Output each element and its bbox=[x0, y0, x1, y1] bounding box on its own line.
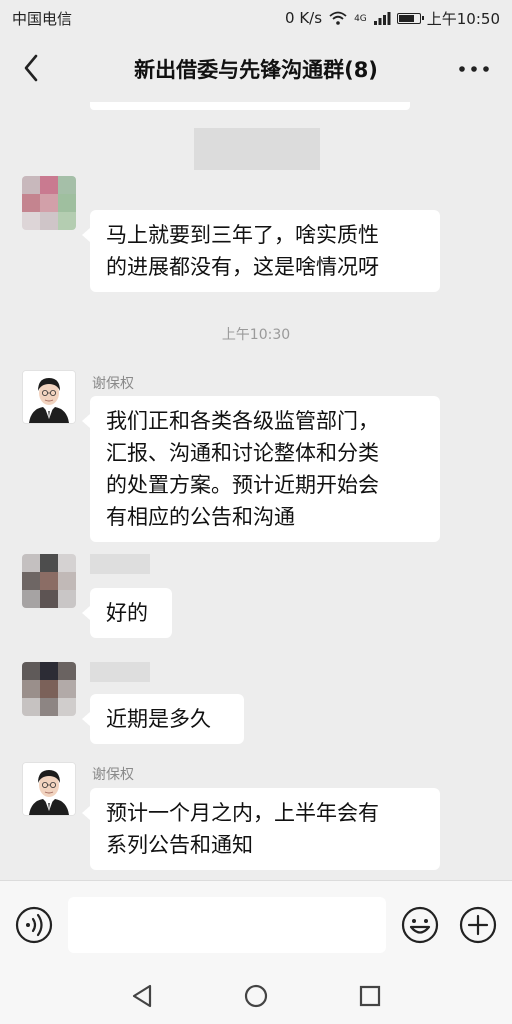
avatar[interactable] bbox=[22, 554, 76, 608]
triangle-back-icon[interactable] bbox=[128, 982, 156, 1010]
blurred-sender-name bbox=[90, 662, 150, 682]
emoji-icon[interactable] bbox=[400, 905, 440, 945]
system-nav-bar bbox=[0, 966, 512, 1024]
previous-message-bubble bbox=[90, 102, 410, 110]
blurred-sender-name bbox=[90, 554, 150, 574]
clock: 上午10:50 bbox=[426, 9, 500, 28]
status-indicators: 0 K/s 4G 上午10:50 bbox=[285, 8, 500, 29]
time-separator: 上午10:30 bbox=[221, 327, 291, 343]
message-bubble[interactable]: 好的 bbox=[82, 588, 172, 638]
sender-name: 谢保权 bbox=[92, 767, 134, 783]
message-bubble[interactable]: 预计一个月之内，上半年会有 系列公告和通知 bbox=[82, 788, 440, 870]
message-bubble[interactable]: 近期是多久 bbox=[82, 694, 244, 744]
pixelated-avatar-image bbox=[22, 662, 76, 716]
more-dots-icon[interactable] bbox=[454, 58, 494, 80]
avatar[interactable] bbox=[22, 176, 76, 230]
message-bubble[interactable]: 我们正和各类各级监管部门， 汇报、沟通和讨论整体和分类 的处置方案。预计近期开始… bbox=[82, 396, 440, 542]
avatar[interactable] bbox=[22, 370, 76, 424]
page-title: 新出借委与先锋沟通群(8) bbox=[134, 58, 378, 82]
voice-icon[interactable] bbox=[14, 905, 54, 945]
signal-icon bbox=[373, 12, 391, 25]
chevron-left-icon[interactable] bbox=[14, 50, 50, 86]
input-bar bbox=[0, 880, 512, 966]
message-bubble[interactable]: 马上就要到三年了，啥实质性 的进展都没有，这是啥情况呀 bbox=[82, 210, 440, 292]
battery-icon bbox=[396, 12, 424, 24]
sender-name: 谢保权 bbox=[92, 376, 134, 392]
message-input[interactable] bbox=[68, 897, 386, 953]
chat-message-list[interactable]: 马上就要到三年了，啥实质性 的进展都没有，这是啥情况呀 上午10:30 谢保权 … bbox=[0, 102, 512, 880]
pixelated-avatar-image bbox=[22, 176, 76, 230]
network-speed: 0 K/s bbox=[285, 9, 323, 27]
pixelated-avatar-image bbox=[22, 554, 76, 608]
circle-home-icon[interactable] bbox=[242, 982, 270, 1010]
carrier-label: 中国电信 bbox=[12, 9, 73, 28]
person-avatar-image bbox=[23, 371, 75, 423]
blurred-sender-name bbox=[194, 128, 320, 170]
network-type-label: 4G bbox=[354, 13, 367, 24]
status-bar: 中国电信 0 K/s 4G 上午10:50 bbox=[0, 0, 512, 36]
title-bar: 新出借委与先锋沟通群(8) bbox=[0, 36, 512, 102]
avatar[interactable] bbox=[22, 662, 76, 716]
person-avatar-image bbox=[23, 763, 75, 815]
plus-icon[interactable] bbox=[458, 905, 498, 945]
square-recent-icon[interactable] bbox=[356, 982, 384, 1010]
avatar[interactable] bbox=[22, 762, 76, 816]
wifi-icon bbox=[329, 11, 347, 25]
